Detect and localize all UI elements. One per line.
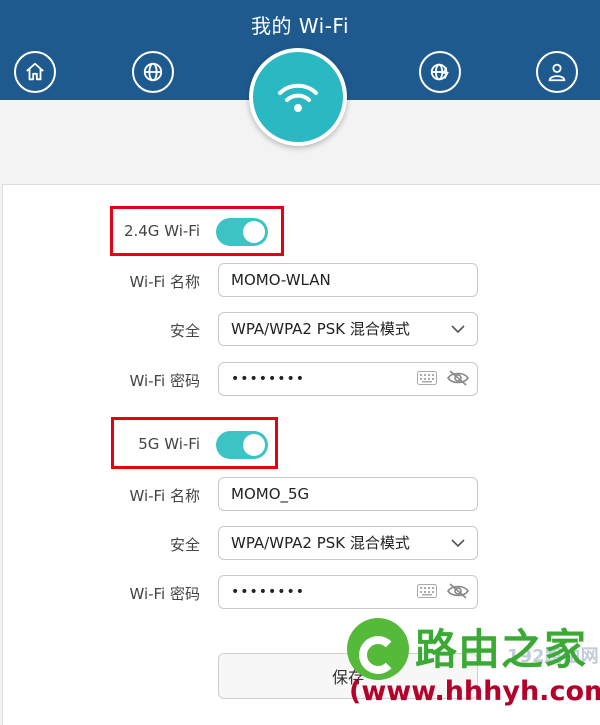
toggle-label-24g: 2.4G Wi-Fi <box>123 222 200 240</box>
nav-more-settings-button[interactable] <box>419 51 461 93</box>
wifi-icon <box>278 83 318 112</box>
home-icon <box>26 62 44 81</box>
toggle-knob <box>243 221 265 243</box>
security-label-24g: 安全 <box>169 322 200 340</box>
watermark-logo <box>347 618 409 680</box>
toggle-24g[interactable] <box>216 218 268 246</box>
password-input-5g[interactable]: •••••••• <box>218 575 478 609</box>
globe-icon <box>143 62 163 82</box>
watermark-url: (www.hhhyh.com) <box>349 676 600 707</box>
chevron-down-icon <box>451 325 465 334</box>
chevron-down-icon <box>451 539 465 548</box>
eye-hidden-icon[interactable] <box>447 582 469 600</box>
wifi-name-input-24g[interactable]: MOMO-WLAN <box>218 263 478 297</box>
wifi-name-label-5g: Wi-Fi 名称 <box>129 487 200 505</box>
watermark-title: 路由之家 <box>415 625 588 674</box>
password-label-5g: Wi-Fi 密码 <box>129 585 200 603</box>
toggle-knob <box>243 434 265 456</box>
password-label-24g: Wi-Fi 密码 <box>129 372 200 390</box>
security-select-5g[interactable]: WPA/WPA2 PSK 混合模式 <box>218 526 478 560</box>
security-select-24g[interactable]: WPA/WPA2 PSK 混合模式 <box>218 312 478 346</box>
user-icon <box>548 63 566 82</box>
wifi-name-label-24g: Wi-Fi 名称 <box>129 273 200 291</box>
security-label-5g: 安全 <box>169 536 200 554</box>
wifi-name-input-5g[interactable]: MOMO_5G <box>218 477 478 511</box>
password-input-24g[interactable]: •••••••• <box>218 362 478 396</box>
page-title: 我的 Wi-Fi <box>250 14 350 38</box>
nav-account-button[interactable] <box>536 51 578 93</box>
nav-home-button[interactable] <box>14 51 56 93</box>
globe-settings-icon <box>430 63 449 81</box>
keyboard-icon[interactable] <box>417 371 437 385</box>
watermark: 192路由网 路由之家 (www.hhhyh.com) <box>347 612 600 716</box>
toggle-5g[interactable] <box>216 431 268 459</box>
nav-wifi-button[interactable] <box>249 48 347 146</box>
eye-hidden-icon[interactable] <box>447 369 469 387</box>
nav-internet-button[interactable] <box>132 51 174 93</box>
toggle-label-5g: 5G Wi-Fi <box>138 435 200 453</box>
keyboard-icon[interactable] <box>417 584 437 598</box>
